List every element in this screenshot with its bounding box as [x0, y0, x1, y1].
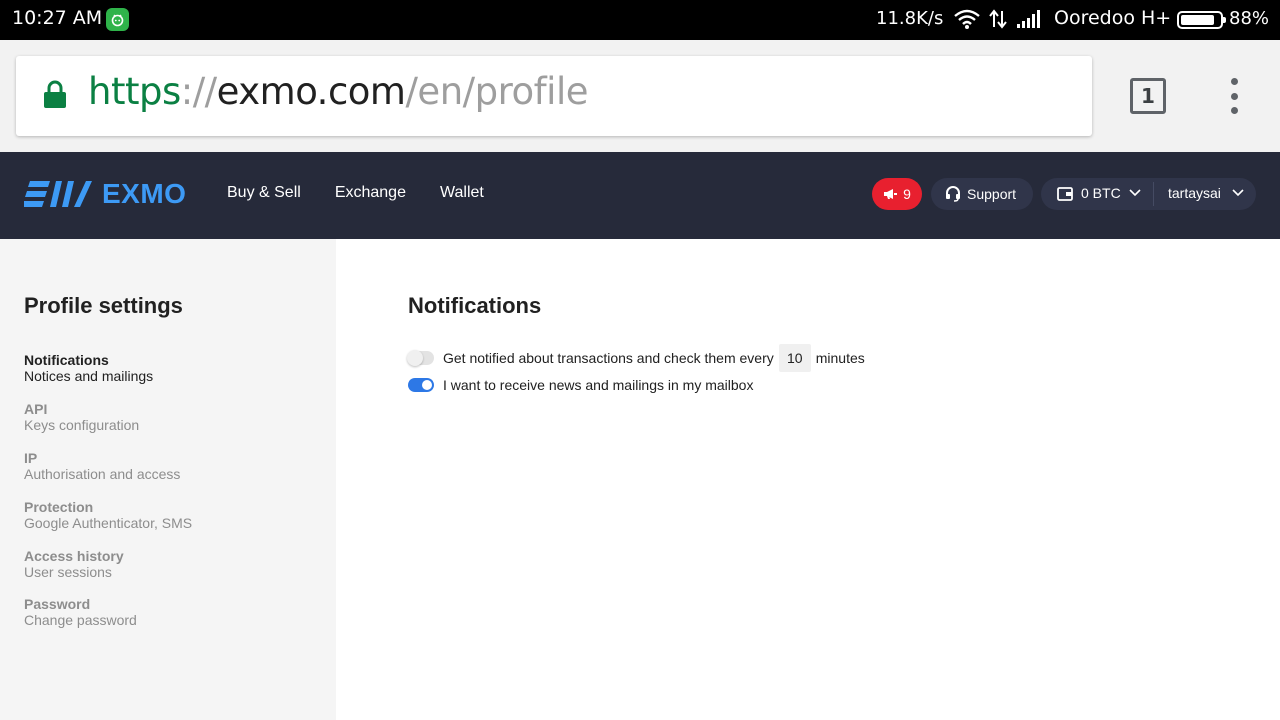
- headset-icon: [946, 186, 960, 202]
- browser-toolbar: https://exmo.com/en/profile 1: [0, 40, 1280, 152]
- sidebar-item-api[interactable]: API Keys configuration: [24, 401, 139, 433]
- balance-button[interactable]: 0 BTC: [1081, 185, 1121, 201]
- page-title: Notifications: [408, 293, 542, 318]
- sidebar-item-password[interactable]: Password Change password: [24, 596, 137, 628]
- nav-exchange[interactable]: Exchange: [335, 184, 406, 202]
- wallet-icon: [1057, 187, 1073, 201]
- wifi-icon: [953, 9, 981, 33]
- support-label: Support: [967, 186, 1017, 202]
- url-host: exmo.com: [216, 70, 406, 113]
- menu-dot-icon: [1230, 78, 1238, 85]
- tab-switcher-button[interactable]: 1: [1130, 78, 1166, 114]
- sidebar-item-title: Notifications: [24, 352, 109, 368]
- transaction-notify-toggle[interactable]: [407, 350, 434, 366]
- transaction-notify-label: Get notified about transactions and chec…: [443, 350, 774, 366]
- address-bar[interactable]: https://exmo.com/en/profile: [16, 56, 1092, 136]
- profile-sidebar: Profile settings Notifications Notices a…: [0, 239, 336, 720]
- menu-dot-icon: [1230, 107, 1238, 114]
- main-nav: Buy & Sell Exchange Wallet: [227, 184, 518, 202]
- app-notification-icon: [106, 8, 129, 31]
- exmo-logo-mark-icon: [24, 181, 92, 207]
- browser-menu-button[interactable]: [1224, 78, 1244, 114]
- support-button[interactable]: Support: [931, 178, 1033, 210]
- lock-icon: [44, 80, 66, 113]
- url-scheme: https: [88, 70, 181, 113]
- megaphone-icon: [884, 189, 898, 199]
- logo-text: EXMO: [102, 178, 187, 209]
- chevron-down-icon[interactable]: [1129, 189, 1141, 197]
- sidebar-item-notifications[interactable]: Notifications Notices and mailings: [24, 352, 153, 384]
- sidebar-item-subtitle: Keys configuration: [24, 417, 140, 433]
- sidebar-item-subtitle: User sessions: [24, 564, 112, 580]
- sidebar-item-protection[interactable]: Protection Google Authenticator, SMS: [24, 499, 192, 531]
- sidebar-item-ip[interactable]: IP Authorisation and access: [24, 450, 180, 482]
- news-button[interactable]: 9: [872, 178, 922, 210]
- battery-icon: [1177, 11, 1226, 29]
- sidebar-item-title: IP: [24, 450, 38, 466]
- carrier-name: Ooredoo H+: [1054, 7, 1172, 29]
- sidebar-item-subtitle: Notices and mailings: [24, 368, 154, 384]
- news-mailing-label: I want to receive news and mailings in m…: [443, 377, 754, 393]
- transaction-notify-setting: Get notified about transactions and chec…: [407, 344, 865, 372]
- sidebar-item-subtitle: Authorisation and access: [24, 466, 181, 482]
- chevron-down-icon[interactable]: [1232, 189, 1244, 197]
- tab-count: 1: [1141, 84, 1155, 108]
- url-separator: ://: [180, 70, 217, 113]
- sidebar-item-title: API: [24, 401, 48, 417]
- sidebar-item-title: Password: [24, 596, 91, 612]
- nav-wallet[interactable]: Wallet: [440, 184, 484, 202]
- divider: [1153, 182, 1154, 206]
- sidebar-item-subtitle: Google Authenticator, SMS: [24, 515, 193, 531]
- status-bar: 10:27 AM 11.8K/s Ooredoo H+ 88%: [0, 0, 1280, 40]
- sidebar-item-subtitle: Change password: [24, 612, 137, 628]
- account-menu: 0 BTC tartaysai: [1041, 178, 1256, 210]
- username-button[interactable]: tartaysai: [1168, 185, 1221, 201]
- url-text[interactable]: https://exmo.com/en/profile: [88, 70, 588, 113]
- sidebar-item-access-history[interactable]: Access history User sessions: [24, 548, 124, 580]
- network-speed: 11.8K/s: [876, 8, 944, 29]
- status-time: 10:27 AM: [12, 7, 103, 29]
- url-path: /en/profile: [405, 70, 588, 113]
- sidebar-item-title: Access history: [24, 548, 124, 564]
- signal-icon: [1017, 10, 1045, 32]
- site-header: EXMO Buy & Sell Exchange Wallet 9 Suppor…: [0, 152, 1280, 239]
- news-mailing-setting: I want to receive news and mailings in m…: [408, 377, 753, 393]
- sidebar-item-title: Protection: [24, 499, 94, 515]
- minutes-label: minutes: [815, 350, 865, 366]
- news-count: 9: [903, 186, 911, 202]
- menu-dot-icon: [1230, 92, 1238, 100]
- nav-buy-sell[interactable]: Buy & Sell: [227, 184, 301, 202]
- battery-percent: 88%: [1229, 8, 1270, 29]
- minutes-input[interactable]: [778, 344, 811, 372]
- data-transfer-icon: [989, 9, 1007, 33]
- sidebar-title: Profile settings: [24, 293, 183, 318]
- exmo-logo[interactable]: EXMO: [24, 178, 186, 210]
- news-mailing-toggle[interactable]: [408, 378, 434, 392]
